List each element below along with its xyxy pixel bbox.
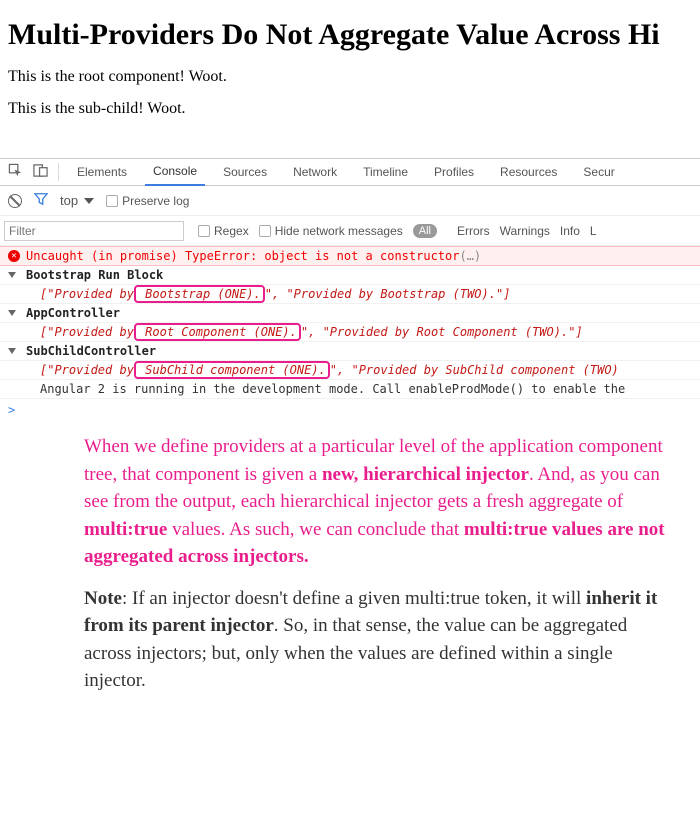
console-group-header[interactable]: Bootstrap Run Block (0, 266, 700, 285)
tab-elements[interactable]: Elements (69, 158, 135, 186)
console-error-row[interactable]: ✕ Uncaught (in promise) TypeError: objec… (0, 246, 700, 266)
console-filterbar: Regex Hide network messages All Errors W… (0, 216, 700, 246)
disclosure-triangle-icon (8, 348, 16, 354)
devtools-panel: Elements Console Sources Network Timelin… (0, 158, 700, 715)
sub-child-text: This is the sub-child! Woot. (8, 100, 692, 118)
highlight-subchild-one: SubChild component (ONE). (134, 361, 330, 379)
filter-info[interactable]: Info (560, 224, 580, 238)
console-log-row[interactable]: ["Provided by SubChild component (ONE)."… (0, 361, 700, 380)
tab-network[interactable]: Network (285, 158, 345, 186)
clear-console-icon[interactable] (8, 194, 22, 208)
tab-timeline[interactable]: Timeline (355, 158, 416, 186)
hide-network-label: Hide network messages (275, 224, 403, 238)
filter-all[interactable]: All (413, 224, 437, 238)
inspect-element-icon[interactable] (8, 163, 23, 181)
console-output: ✕ Uncaught (in promise) TypeError: objec… (0, 246, 700, 421)
group-label: SubChildController (26, 344, 156, 358)
author-annotation: When we define providers at a particular… (0, 421, 700, 715)
filter-errors[interactable]: Errors (457, 224, 490, 238)
tab-security[interactable]: Secur (575, 158, 622, 186)
preserve-log-checkbox[interactable]: Preserve log (106, 194, 189, 208)
regex-checkbox[interactable]: Regex (198, 224, 249, 238)
console-log-row[interactable]: ["Provided by Root Component (ONE).", "P… (0, 323, 700, 342)
regex-label: Regex (214, 224, 249, 238)
filter-logs[interactable]: L (590, 224, 597, 238)
prompt-icon: > (8, 403, 15, 417)
console-devmode-row[interactable]: Angular 2 is running in the development … (0, 380, 700, 399)
filter-warnings[interactable]: Warnings (500, 224, 550, 238)
context-label: top (60, 193, 78, 208)
error-text: Uncaught (in promise) TypeError: object … (26, 249, 459, 263)
tab-sources[interactable]: Sources (215, 158, 275, 186)
filter-icon[interactable] (34, 192, 48, 209)
page-title: Multi-Providers Do Not Aggregate Value A… (8, 18, 692, 52)
checkbox-icon (198, 225, 210, 237)
tab-console[interactable]: Console (145, 158, 205, 186)
highlight-bootstrap-one: Bootstrap (ONE). (134, 285, 265, 303)
device-toggle-icon[interactable] (33, 163, 48, 181)
hide-network-checkbox[interactable]: Hide network messages (259, 224, 403, 238)
chevron-down-icon (84, 198, 94, 204)
annotation-paragraph-2: Note: If an injector doesn't define a gi… (84, 585, 670, 695)
disclosure-triangle-icon (8, 310, 16, 316)
group-label: Bootstrap Run Block (26, 268, 163, 282)
console-prompt[interactable]: > (0, 399, 700, 421)
devmode-text: Angular 2 is running in the development … (40, 382, 625, 396)
tab-profiles[interactable]: Profiles (426, 158, 482, 186)
error-icon: ✕ (8, 250, 20, 262)
console-group-header[interactable]: SubChildController (0, 342, 700, 361)
root-component-text: This is the root component! Woot. (8, 68, 692, 86)
error-tail: (…) (459, 249, 481, 263)
filter-input[interactable] (4, 221, 184, 241)
checkbox-icon (259, 225, 271, 237)
preserve-log-label: Preserve log (122, 194, 189, 208)
annotation-paragraph-1: When we define providers at a particular… (84, 433, 670, 571)
highlight-root-one: Root Component (ONE). (134, 323, 301, 341)
disclosure-triangle-icon (8, 272, 16, 278)
console-toolbar: top Preserve log (0, 186, 700, 216)
group-label: AppController (26, 306, 120, 320)
devtools-tabbar: Elements Console Sources Network Timelin… (0, 158, 700, 186)
tab-resources[interactable]: Resources (492, 158, 565, 186)
console-log-row[interactable]: ["Provided by Bootstrap (ONE).", "Provid… (0, 285, 700, 304)
separator (58, 163, 59, 181)
console-group-header[interactable]: AppController (0, 304, 700, 323)
checkbox-icon (106, 195, 118, 207)
context-selector[interactable]: top (60, 193, 94, 208)
